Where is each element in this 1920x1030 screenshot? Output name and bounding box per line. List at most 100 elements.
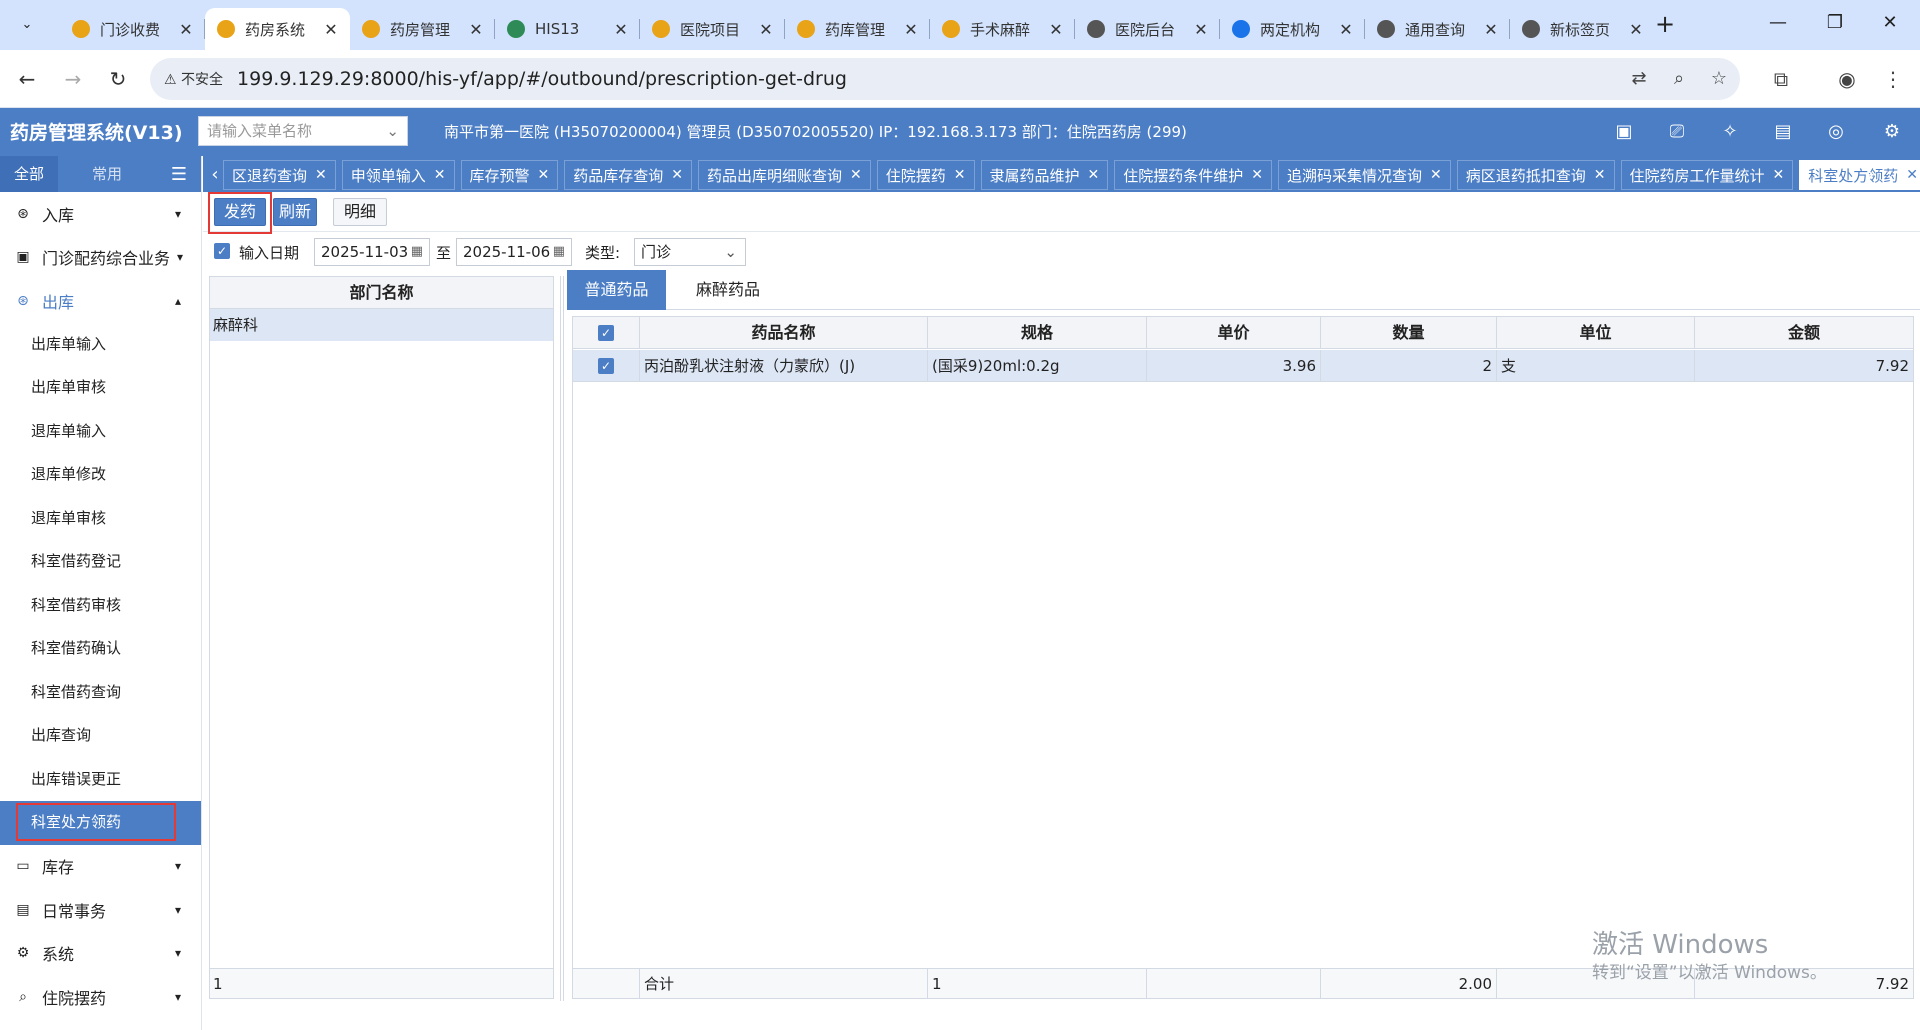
logout-icon[interactable]: ◎ bbox=[1822, 118, 1850, 146]
sidebar-item[interactable]: 科室借药审核 bbox=[0, 584, 201, 628]
page-tab[interactable]: 住院药房工作量统计 ✕ bbox=[1620, 160, 1794, 190]
back-icon[interactable]: ← bbox=[12, 64, 42, 94]
sidebar-item[interactable]: 退库单修改 bbox=[0, 453, 201, 497]
close-icon[interactable]: ✕ bbox=[671, 167, 683, 183]
sidebar-group-outpatient[interactable]: ▣ 门诊配药综合业务 ▾ bbox=[0, 236, 201, 280]
close-icon[interactable]: ✕ bbox=[538, 167, 550, 183]
chevron-right-icon[interactable]: › bbox=[1861, 160, 1881, 190]
document-icon[interactable]: ▤ bbox=[1769, 118, 1797, 146]
close-icon[interactable]: ✕ bbox=[1430, 167, 1442, 183]
close-icon[interactable]: ✕ bbox=[757, 20, 775, 39]
browser-tab[interactable]: 药库管理 ✕ bbox=[785, 8, 930, 50]
page-tab[interactable]: 区退药查询 ✕ bbox=[223, 160, 336, 190]
extensions-icon[interactable]: ⧉ bbox=[1766, 64, 1796, 94]
sidebar-item[interactable]: 出库错误更正 bbox=[0, 758, 201, 802]
close-icon[interactable]: ✕ bbox=[322, 20, 340, 39]
page-tab[interactable]: 药品出库明细账查询 ✕ bbox=[698, 160, 871, 190]
sidebar-group-outbound[interactable]: ⊛ 出库 ▴ bbox=[0, 279, 201, 323]
sidebar-group-inpatient[interactable]: ⌕ 住院摆药 ▾ bbox=[0, 975, 201, 1019]
sidebar-item[interactable]: 退库单审核 bbox=[0, 497, 201, 541]
column-header[interactable]: 金额 bbox=[1695, 317, 1913, 348]
type-select[interactable]: 门诊 ⌄ bbox=[634, 238, 746, 266]
close-icon[interactable]: ✕ bbox=[1594, 167, 1606, 183]
close-icon[interactable]: ✕ bbox=[1088, 167, 1100, 183]
close-icon[interactable]: ✕ bbox=[1192, 20, 1210, 39]
plugin-icon[interactable]: ✧ bbox=[1716, 118, 1744, 146]
close-icon[interactable]: ✕ bbox=[1627, 20, 1645, 39]
restore-icon[interactable]: ❐ bbox=[1815, 8, 1855, 38]
sidebar-item[interactable]: 退库单输入 bbox=[0, 410, 201, 454]
more-tabs-icon[interactable]: ⋯ bbox=[1891, 160, 1911, 190]
browser-tab[interactable]: 医院项目 ✕ bbox=[640, 8, 785, 50]
column-header[interactable]: 单价 bbox=[1147, 317, 1321, 348]
browser-tab[interactable]: 新标签页 ✕ bbox=[1510, 8, 1655, 50]
column-header[interactable]: 单位 bbox=[1497, 317, 1695, 348]
close-window-icon[interactable]: ✕ bbox=[1870, 8, 1910, 38]
page-tab[interactable]: 住院摆药条件维护 ✕ bbox=[1114, 160, 1272, 190]
tab-normal-drugs[interactable]: 普通药品 bbox=[567, 270, 666, 310]
url-text[interactable]: 199.9.129.29:8000/his-yf/app/#/outbound/… bbox=[237, 68, 847, 90]
browser-tab[interactable]: 医院后台 ✕ bbox=[1075, 8, 1220, 50]
screen-icon[interactable]: ▣ bbox=[1610, 118, 1638, 146]
chevron-left-icon[interactable]: ‹ bbox=[205, 160, 225, 190]
sidebar-item[interactable]: 出库单输入 bbox=[0, 323, 201, 367]
sidebar-group-inbound[interactable]: ⊛ 入库 ▾ bbox=[0, 192, 201, 236]
detail-button[interactable]: 明细 bbox=[333, 198, 387, 226]
panel-splitter[interactable] bbox=[560, 276, 564, 1001]
browser-tab[interactable]: 药房管理 ✕ bbox=[350, 8, 495, 50]
column-header[interactable]: 药品名称 bbox=[640, 317, 928, 348]
sidebar-tab-all[interactable]: 全部 bbox=[0, 156, 59, 192]
refresh-button[interactable]: 刷新 bbox=[273, 198, 317, 226]
sidebar-group-daily[interactable]: ▤ 日常事务 ▾ bbox=[0, 888, 201, 932]
browser-tab[interactable]: 手术麻醉 ✕ bbox=[930, 8, 1075, 50]
menu-search-input[interactable]: 请输入菜单名称 ⌄ bbox=[198, 116, 408, 146]
insecure-label[interactable]: ⚠ 不安全 bbox=[164, 69, 237, 89]
omnibox[interactable]: ⚠ 不安全 199.9.129.29:8000/his-yf/app/#/out… bbox=[150, 58, 1740, 100]
dispense-button[interactable]: 发药 bbox=[214, 198, 266, 226]
page-tab[interactable]: 住院摆药 ✕ bbox=[876, 160, 975, 190]
sidebar-group-system[interactable]: ⚙ 系统 ▾ bbox=[0, 932, 201, 976]
tab-search-icon[interactable]: ⌄ bbox=[14, 12, 40, 38]
close-icon[interactable]: ✕ bbox=[1773, 167, 1785, 183]
browser-tab-active[interactable]: 药房系统 ✕ bbox=[205, 8, 350, 50]
close-icon[interactable]: ✕ bbox=[434, 167, 446, 183]
close-icon[interactable]: ✕ bbox=[954, 167, 966, 183]
sidebar-item[interactable]: 科室借药登记 bbox=[0, 540, 201, 584]
close-icon[interactable]: ✕ bbox=[1047, 20, 1065, 39]
page-tab[interactable]: 药品库存查询 ✕ bbox=[564, 160, 692, 190]
close-icon[interactable]: ✕ bbox=[902, 20, 920, 39]
page-tab[interactable]: 追溯码采集情况查询 ✕ bbox=[1278, 160, 1451, 190]
settings-icon[interactable]: ⚙ bbox=[1878, 118, 1906, 146]
table-row[interactable]: ✓ 丙泊酚乳状注射液（力蒙欣）(J) (国采9)20ml:0.2g 3.96 2… bbox=[573, 350, 1913, 382]
new-tab-icon[interactable]: + bbox=[1650, 9, 1680, 39]
bookmark-star-icon[interactable]: ☆ bbox=[1706, 66, 1732, 92]
browser-tab[interactable]: HIS13 ✕ bbox=[495, 8, 640, 50]
profile-icon[interactable]: ◉ bbox=[1832, 64, 1862, 94]
close-icon[interactable]: ✕ bbox=[467, 20, 485, 39]
close-icon[interactable]: ✕ bbox=[612, 20, 630, 39]
sidebar-group-inventory[interactable]: ▭ 库存 ▾ bbox=[0, 845, 201, 889]
reload-icon[interactable]: ↻ bbox=[103, 64, 133, 94]
tab-anesthetic-drugs[interactable]: 麻醉药品 bbox=[678, 270, 778, 310]
sidebar-tab-common[interactable]: 常用 bbox=[78, 156, 136, 192]
monitor-icon[interactable]: ⎚ bbox=[1663, 118, 1691, 146]
forward-icon[interactable]: → bbox=[58, 64, 88, 94]
date-from-input[interactable]: 2025-11-03 ▦ bbox=[314, 238, 430, 266]
sidebar-item[interactable]: 科室借药确认 bbox=[0, 627, 201, 671]
close-icon[interactable]: ✕ bbox=[177, 20, 195, 39]
close-icon[interactable]: ✕ bbox=[1337, 20, 1355, 39]
page-tab[interactable]: 库存预警 ✕ bbox=[460, 160, 559, 190]
date-filter-checkbox[interactable]: ✓ bbox=[214, 243, 230, 259]
sidebar-item[interactable]: 出库单审核 bbox=[0, 366, 201, 410]
close-icon[interactable]: ✕ bbox=[1251, 167, 1263, 183]
page-tab[interactable]: 隶属药品维护 ✕ bbox=[980, 160, 1109, 190]
row-checkbox[interactable]: ✓ bbox=[598, 358, 614, 374]
select-all-checkbox[interactable]: ✓ bbox=[598, 325, 614, 341]
close-icon[interactable]: ✕ bbox=[1482, 20, 1500, 39]
column-header[interactable]: 数量 bbox=[1321, 317, 1497, 348]
translate-icon[interactable]: ⇄ bbox=[1626, 66, 1652, 92]
close-icon[interactable]: ✕ bbox=[850, 167, 862, 183]
menu-toggle-icon[interactable]: ☰ bbox=[171, 164, 187, 185]
date-to-input[interactable]: 2025-11-06 ▦ bbox=[456, 238, 572, 266]
page-tab[interactable]: 申领单输入 ✕ bbox=[341, 160, 455, 190]
